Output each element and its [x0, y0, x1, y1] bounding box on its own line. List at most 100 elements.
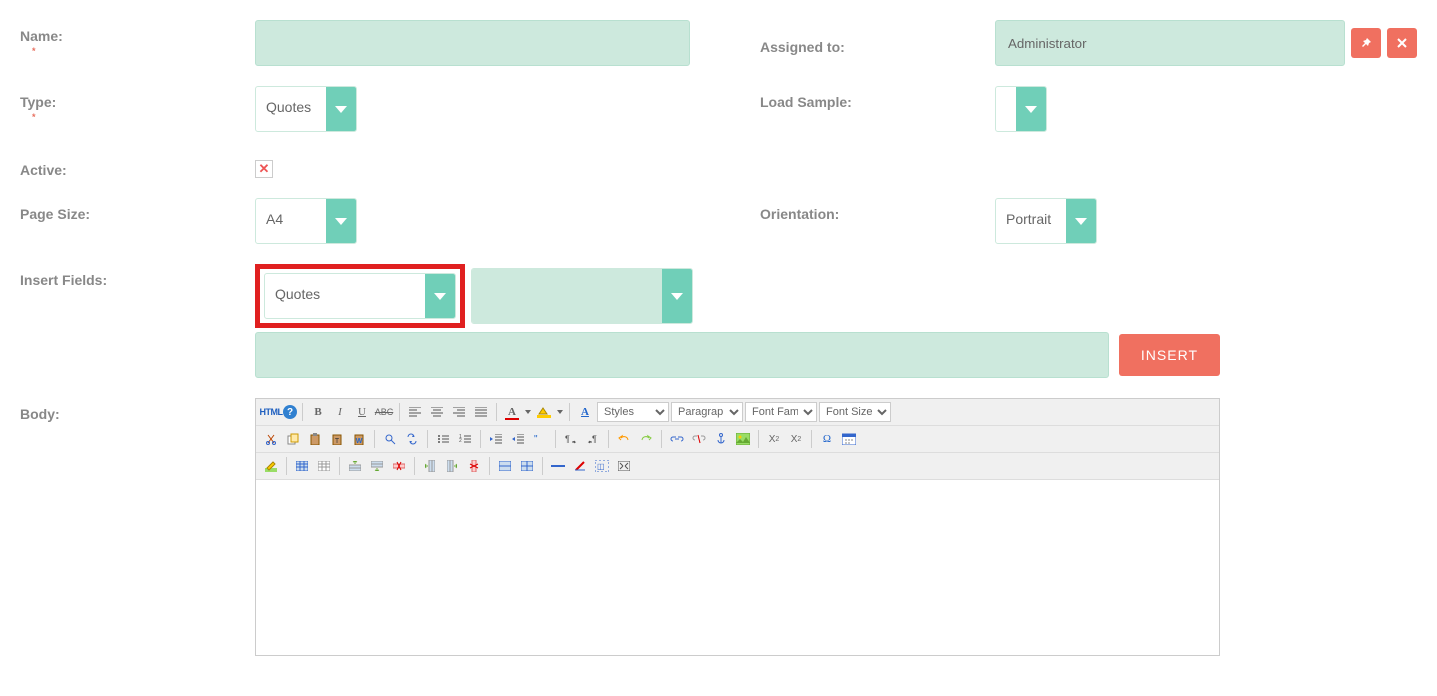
table-props-button[interactable] — [314, 456, 334, 476]
image-button[interactable] — [733, 429, 753, 449]
date-button[interactable] — [839, 429, 859, 449]
chevron-down-icon — [425, 274, 455, 318]
body-editor: HTML ? B I U ABC A — [255, 398, 1220, 656]
x-icon: ✕ — [259, 161, 270, 177]
font-size-select[interactable]: Font Size — [819, 402, 891, 422]
load-sample-label: Load Sample: — [760, 86, 995, 110]
paste-word-button[interactable]: W — [349, 429, 369, 449]
indent-button[interactable] — [508, 429, 528, 449]
assigned-to-input[interactable] — [995, 20, 1345, 66]
chevron-down-icon — [326, 87, 356, 131]
bg-color-button[interactable] — [534, 402, 554, 422]
row-delete-button[interactable] — [389, 456, 409, 476]
unlink-button[interactable] — [689, 429, 709, 449]
special-char-button[interactable]: Ω — [817, 429, 837, 449]
load-sample-select[interactable] — [995, 86, 1047, 132]
help-icon[interactable]: ? — [283, 405, 297, 419]
merge-cells-button[interactable] — [495, 456, 515, 476]
rtl-button[interactable]: ¶ — [583, 429, 603, 449]
insert-field-value-input[interactable] — [255, 332, 1109, 378]
name-label: Name: — [20, 20, 255, 44]
orientation-label: Orientation: — [760, 198, 995, 222]
link-button[interactable] — [667, 429, 687, 449]
align-justify-button[interactable] — [471, 402, 491, 422]
blockquote-button[interactable]: " — [530, 429, 550, 449]
anchor-button[interactable] — [711, 429, 731, 449]
assigned-clear-button[interactable] — [1387, 28, 1417, 58]
orientation-value: Portrait — [996, 199, 1066, 243]
load-sample-value — [996, 87, 1016, 131]
assigned-pin-button[interactable] — [1351, 28, 1381, 58]
svg-text:¶: ¶ — [565, 434, 570, 444]
active-label: Active: — [20, 154, 255, 178]
svg-text:2: 2 — [459, 438, 462, 444]
insert-fields-field-value — [472, 269, 662, 323]
page-size-value: A4 — [256, 199, 326, 243]
editor-toolbar-row-2: T W 12 " ¶ ¶ — [256, 426, 1219, 453]
col-delete-button[interactable] — [464, 456, 484, 476]
superscript-button[interactable]: X2 — [786, 429, 806, 449]
hr-button[interactable] — [548, 456, 568, 476]
ltr-button[interactable]: ¶ — [561, 429, 581, 449]
split-cells-button[interactable] — [517, 456, 537, 476]
italic-button[interactable]: I — [330, 402, 350, 422]
orientation-select[interactable]: Portrait — [995, 198, 1097, 244]
body-label: Body: — [20, 398, 255, 422]
svg-text:T: T — [335, 438, 340, 445]
number-list-button[interactable]: 12 — [455, 429, 475, 449]
styles-select[interactable]: Styles — [597, 402, 669, 422]
type-select-value: Quotes — [256, 87, 326, 131]
active-checkbox[interactable]: ✕ — [255, 160, 273, 178]
svg-text:W: W — [356, 438, 363, 445]
font-family-select[interactable]: Font Family — [745, 402, 817, 422]
paste-text-button[interactable]: T — [327, 429, 347, 449]
editor-toolbar-row-3: ◫ — [256, 453, 1219, 480]
undo-button[interactable] — [614, 429, 634, 449]
page-size-label: Page Size: — [20, 198, 255, 222]
insert-button[interactable]: INSERT — [1119, 334, 1220, 376]
insert-fields-module-value: Quotes — [265, 274, 425, 318]
strikethrough-button[interactable]: ABC — [374, 402, 394, 422]
select-all-button[interactable]: A — [575, 402, 595, 422]
page-size-select[interactable]: A4 — [255, 198, 357, 244]
name-input[interactable] — [255, 20, 690, 66]
align-right-button[interactable] — [449, 402, 469, 422]
insert-fields-field-select[interactable] — [471, 268, 693, 324]
paste-button[interactable] — [305, 429, 325, 449]
text-color-dropdown-icon[interactable] — [524, 402, 532, 422]
row-before-button[interactable] — [345, 456, 365, 476]
remove-format-button[interactable] — [570, 456, 590, 476]
insert-fields-label: Insert Fields: — [20, 264, 255, 288]
fullscreen-button[interactable] — [614, 456, 634, 476]
table-button[interactable] — [292, 456, 312, 476]
col-before-button[interactable] — [420, 456, 440, 476]
paragraph-select[interactable]: Paragraph — [671, 402, 743, 422]
col-after-button[interactable] — [442, 456, 462, 476]
align-left-button[interactable] — [405, 402, 425, 422]
cut-button[interactable] — [261, 429, 281, 449]
html-source-button[interactable]: HTML — [261, 402, 281, 422]
replace-button[interactable] — [402, 429, 422, 449]
underline-button[interactable]: U — [352, 402, 372, 422]
type-select[interactable]: Quotes — [255, 86, 357, 132]
find-button[interactable] — [380, 429, 400, 449]
show-blocks-button[interactable]: ◫ — [592, 456, 612, 476]
insert-fields-module-select[interactable]: Quotes — [264, 273, 456, 319]
copy-button[interactable] — [283, 429, 303, 449]
insert-fields-highlight: Quotes — [255, 264, 465, 328]
outdent-button[interactable] — [486, 429, 506, 449]
row-after-button[interactable] — [367, 456, 387, 476]
edit-icon[interactable] — [261, 456, 281, 476]
align-center-button[interactable] — [427, 402, 447, 422]
assigned-to-label: Assigned to: — [760, 31, 995, 55]
text-color-button[interactable]: A — [502, 402, 522, 422]
editor-content-area[interactable] — [256, 480, 1219, 655]
bold-button[interactable]: B — [308, 402, 328, 422]
bg-color-dropdown-icon[interactable] — [556, 402, 564, 422]
svg-text:◫: ◫ — [597, 462, 605, 471]
chevron-down-icon — [662, 269, 692, 323]
svg-text:¶: ¶ — [592, 434, 597, 444]
subscript-button[interactable]: X2 — [764, 429, 784, 449]
bullet-list-button[interactable] — [433, 429, 453, 449]
redo-button[interactable] — [636, 429, 656, 449]
